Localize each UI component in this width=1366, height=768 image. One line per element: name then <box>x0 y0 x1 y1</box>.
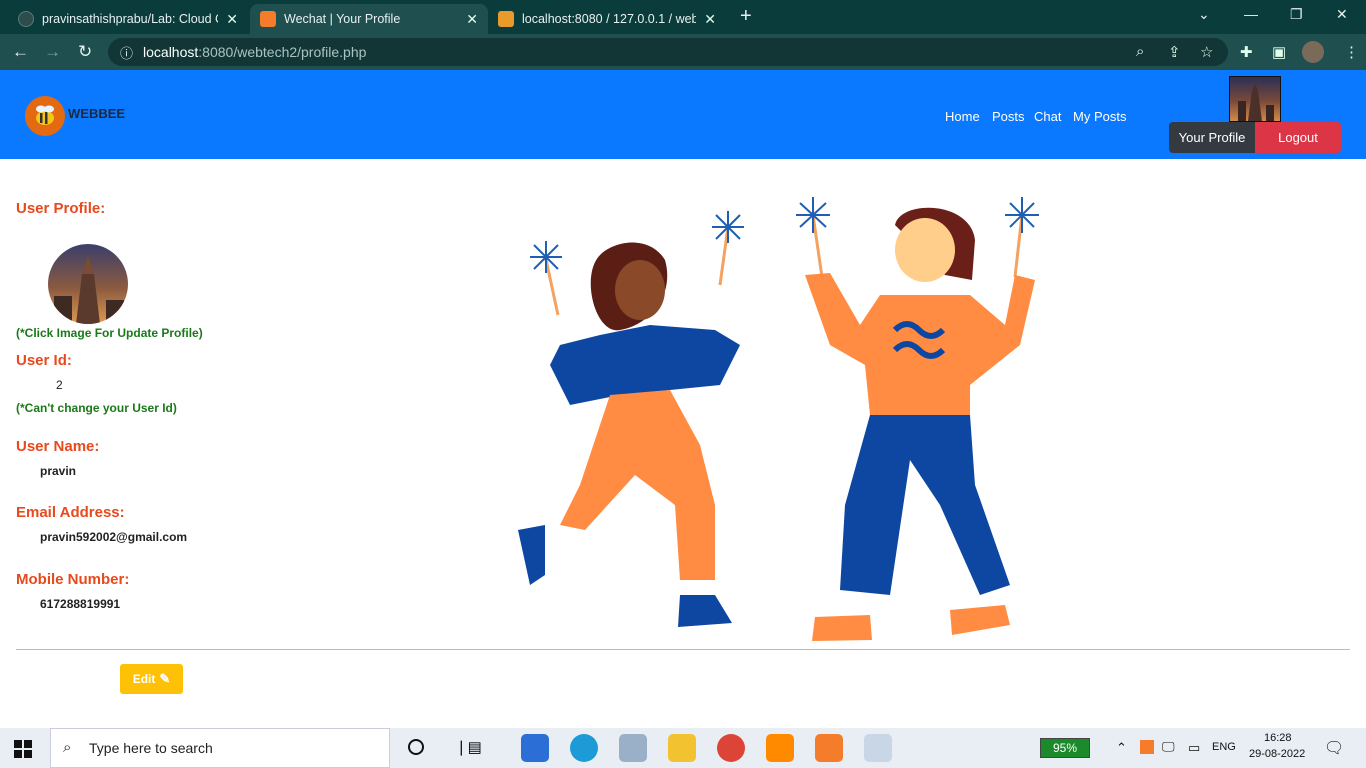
url-host: localhost <box>143 44 199 60</box>
brand-name[interactable]: WEBBEE <box>68 106 125 121</box>
user-id-note: (*Can't change your User Id) <box>16 401 177 415</box>
url-path: :8080/webtech2/profile.php <box>198 44 367 60</box>
xampp-taskbar-icon[interactable] <box>815 734 843 762</box>
menu-kebab-icon[interactable]: ⋮ <box>1344 43 1359 61</box>
battery-indicator[interactable]: 95% <box>1040 738 1090 758</box>
user-name-value: pravin <box>40 464 77 478</box>
clock-time[interactable]: 16:28 <box>1264 732 1292 744</box>
edge-icon[interactable] <box>570 734 598 762</box>
browser-toolbar: ← → ↻ ⓘ localhost :8080/webtech2/profile… <box>0 34 1366 70</box>
side-panel-icon[interactable]: ▣ <box>1272 43 1286 61</box>
tab-wechat-profile[interactable]: Wechat | Your Profile ✕ <box>250 4 488 34</box>
tab-phpmyadmin[interactable]: localhost:8080 / 127.0.0.1 / webp ✕ <box>488 4 726 34</box>
chrome-icon[interactable] <box>717 734 745 762</box>
microsoft-store-icon[interactable] <box>521 734 549 762</box>
browser-profile-avatar[interactable] <box>1302 41 1324 63</box>
nav-posts[interactable]: Posts <box>992 109 1025 124</box>
pencil-icon: ✎ <box>159 671 171 686</box>
restore-icon[interactable]: ❐ <box>1290 6 1303 23</box>
profile-heading: User Profile: <box>16 200 106 217</box>
file-explorer-icon[interactable] <box>668 734 696 762</box>
bookmark-star-icon[interactable]: ☆ <box>1200 43 1213 61</box>
clock-date[interactable]: 29-08-2022 <box>1249 748 1305 760</box>
search-placeholder: Type here to search <box>89 740 213 756</box>
zoom-icon[interactable]: ⌕ <box>1136 43 1144 60</box>
close-tab-icon[interactable]: ✕ <box>226 11 238 28</box>
nav-my-posts[interactable]: My Posts <box>1073 109 1126 124</box>
reload-icon[interactable]: ↻ <box>78 42 92 62</box>
notifications-icon[interactable]: 🗨 <box>1324 738 1344 758</box>
nav-chat[interactable]: Chat <box>1034 109 1061 124</box>
your-profile-button[interactable]: Your Profile <box>1169 122 1255 153</box>
address-bar[interactable]: ⓘ localhost :8080/webtech2/profile.php <box>108 38 1228 66</box>
close-tab-icon[interactable]: ✕ <box>466 11 478 28</box>
battery-tray-icon[interactable]: ▭ <box>1188 740 1200 756</box>
window-close-icon[interactable]: ✕ <box>1336 6 1348 23</box>
tab-search-icon[interactable]: ⌄ <box>1198 6 1210 23</box>
celebration-illustration <box>500 185 1060 645</box>
email-label: Email Address: <box>16 504 125 521</box>
xampp-tray-icon[interactable] <box>1140 740 1154 754</box>
new-tab-icon[interactable]: + <box>740 5 752 28</box>
tab-title: Wechat | Your Profile <box>284 12 401 26</box>
browser-tabstrip: pravinsathishprabu/Lab: Cloud C ✕ Wechat… <box>0 0 1366 34</box>
info-icon[interactable]: ⓘ <box>120 43 133 62</box>
mobile-label: Mobile Number: <box>16 571 130 588</box>
phpmyadmin-icon <box>498 11 514 27</box>
logout-button[interactable]: Logout <box>1255 122 1341 153</box>
nav-home[interactable]: Home <box>945 109 980 124</box>
forward-icon[interactable]: → <box>44 42 61 62</box>
xampp-icon <box>260 11 276 27</box>
email-value: pravin592002@gmail.com <box>40 530 188 544</box>
site-header: WEBBEE Home Posts Chat My Posts Your Pro… <box>0 70 1366 159</box>
user-name-label: User Name: <box>16 438 100 455</box>
mobile-value: 617288819991 <box>40 597 121 611</box>
tab-title: localhost:8080 / 127.0.0.1 / webp <box>522 12 697 26</box>
sublime-text-icon[interactable] <box>766 734 794 762</box>
girl-figure <box>518 211 744 627</box>
minimize-icon[interactable]: — <box>1244 6 1258 22</box>
edit-button-label: Edit <box>132 672 156 686</box>
cortana-icon[interactable] <box>408 739 424 755</box>
paint-icon[interactable] <box>864 734 892 762</box>
github-icon <box>18 11 34 27</box>
bee-logo-icon[interactable] <box>25 96 65 136</box>
taskbar-search-box[interactable]: ⌕ Type here to search <box>50 728 390 768</box>
back-icon[interactable]: ← <box>12 42 29 62</box>
language-indicator[interactable]: ENG <box>1212 741 1236 753</box>
user-id-label: User Id: <box>16 352 72 369</box>
edit-profile-button[interactable]: Edit ✎ <box>120 664 183 694</box>
extensions-icon[interactable]: ✚ <box>1240 43 1253 61</box>
network-icon[interactable]: 🖵 <box>1162 739 1175 755</box>
photos-icon[interactable] <box>619 734 647 762</box>
tab-title: pravinsathishprabu/Lab: Cloud C <box>42 12 219 26</box>
share-icon[interactable]: ⇪ <box>1168 43 1181 61</box>
tab-github[interactable]: pravinsathishprabu/Lab: Cloud C ✕ <box>8 4 248 34</box>
profile-avatar[interactable] <box>48 244 128 324</box>
content-divider <box>16 649 1350 650</box>
image-update-note: (*Click Image For Update Profile) <box>16 326 203 340</box>
boy-figure <box>796 197 1039 641</box>
windows-start-icon[interactable] <box>14 740 32 758</box>
close-tab-icon[interactable]: ✕ <box>704 11 716 28</box>
task-view-icon[interactable]: ❘▤ <box>455 738 482 756</box>
windows-taskbar: ⌕ Type here to search ❘▤ 95% ⌃ 🖵 ▭ ENG 1… <box>0 728 1366 768</box>
show-hidden-icons-icon[interactable]: ⌃ <box>1116 740 1127 756</box>
search-icon: ⌕ <box>63 739 72 756</box>
header-avatar[interactable] <box>1229 76 1281 122</box>
user-id-value: 2 <box>56 378 63 392</box>
